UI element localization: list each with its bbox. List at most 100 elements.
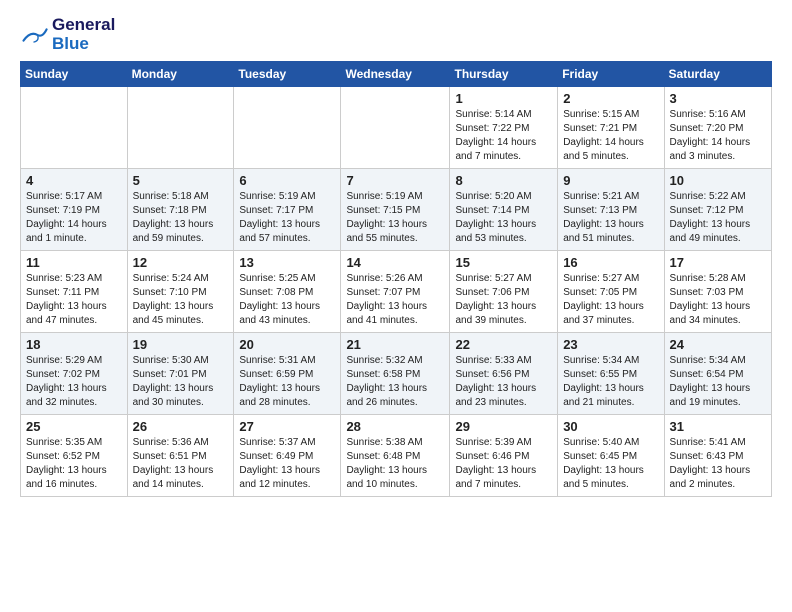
- day-info: Sunrise: 5:40 AM Sunset: 6:45 PM Dayligh…: [563, 436, 658, 492]
- day-info: Sunrise: 5:24 AM Sunset: 7:10 PM Dayligh…: [133, 272, 229, 328]
- weekday-header-friday: Friday: [558, 62, 664, 87]
- day-number: 17: [670, 255, 766, 270]
- day-info: Sunrise: 5:36 AM Sunset: 6:51 PM Dayligh…: [133, 436, 229, 492]
- day-info: Sunrise: 5:26 AM Sunset: 7:07 PM Dayligh…: [346, 272, 444, 328]
- calendar-cell: 25 Sunrise: 5:35 AM Sunset: 6:52 PM Dayli…: [21, 415, 128, 497]
- calendar-cell: 7 Sunrise: 5:19 AM Sunset: 7:15 PM Daylig…: [341, 169, 450, 251]
- day-number: 12: [133, 255, 229, 270]
- calendar-cell: 9 Sunrise: 5:21 AM Sunset: 7:13 PM Daylig…: [558, 169, 664, 251]
- day-info: Sunrise: 5:28 AM Sunset: 7:03 PM Dayligh…: [670, 272, 766, 328]
- day-info: Sunrise: 5:27 AM Sunset: 7:05 PM Dayligh…: [563, 272, 658, 328]
- calendar-cell: 8 Sunrise: 5:20 AM Sunset: 7:14 PM Daylig…: [450, 169, 558, 251]
- page: General Blue SundayMondayTuesdayWednesda…: [0, 0, 792, 513]
- day-info: Sunrise: 5:21 AM Sunset: 7:13 PM Dayligh…: [563, 190, 658, 246]
- calendar-table: SundayMondayTuesdayWednesdayThursdayFrid…: [20, 61, 772, 497]
- calendar-cell: 2Sunrise: 5:15 AM Sunset: 7:21 PM Daylig…: [558, 87, 664, 169]
- day-info: Sunrise: 5:32 AM Sunset: 6:58 PM Dayligh…: [346, 354, 444, 410]
- weekday-header-sunday: Sunday: [21, 62, 128, 87]
- day-info: Sunrise: 5:33 AM Sunset: 6:56 PM Dayligh…: [455, 354, 552, 410]
- day-info: Sunrise: 5:14 AM Sunset: 7:22 PM Dayligh…: [455, 108, 552, 164]
- day-info: Sunrise: 5:20 AM Sunset: 7:14 PM Dayligh…: [455, 190, 552, 246]
- calendar-cell: 27 Sunrise: 5:37 AM Sunset: 6:49 PM Dayli…: [234, 415, 341, 497]
- calendar-cell: 11 Sunrise: 5:23 AM Sunset: 7:11 PM Dayli…: [21, 251, 128, 333]
- day-number: 3: [670, 91, 766, 106]
- day-number: 24: [670, 337, 766, 352]
- weekday-header-saturday: Saturday: [664, 62, 771, 87]
- day-number: 29: [455, 419, 552, 434]
- calendar-cell: 29 Sunrise: 5:39 AM Sunset: 6:46 PM Dayli…: [450, 415, 558, 497]
- day-number: 8: [455, 173, 552, 188]
- day-number: 14: [346, 255, 444, 270]
- day-number: 7: [346, 173, 444, 188]
- calendar-cell: 15 Sunrise: 5:27 AM Sunset: 7:06 PM Dayli…: [450, 251, 558, 333]
- calendar-cell: 14 Sunrise: 5:26 AM Sunset: 7:07 PM Dayli…: [341, 251, 450, 333]
- day-number: 22: [455, 337, 552, 352]
- calendar-cell: 24Sunrise: 5:34 AM Sunset: 6:54 PM Dayli…: [664, 333, 771, 415]
- day-info: Sunrise: 5:39 AM Sunset: 6:46 PM Dayligh…: [455, 436, 552, 492]
- day-info: Sunrise: 5:30 AM Sunset: 7:01 PM Dayligh…: [133, 354, 229, 410]
- calendar-cell: 10 Sunrise: 5:22 AM Sunset: 7:12 PM Dayli…: [664, 169, 771, 251]
- day-info: Sunrise: 5:34 AM Sunset: 6:55 PM Dayligh…: [563, 354, 658, 410]
- week-row-2: 4Sunrise: 5:17 AM Sunset: 7:19 PM Daylig…: [21, 169, 772, 251]
- week-row-1: 1Sunrise: 5:14 AM Sunset: 7:22 PM Daylig…: [21, 87, 772, 169]
- calendar-cell: 20 Sunrise: 5:31 AM Sunset: 6:59 PM Dayli…: [234, 333, 341, 415]
- day-number: 20: [239, 337, 335, 352]
- calendar-cell: 21 Sunrise: 5:32 AM Sunset: 6:58 PM Dayli…: [341, 333, 450, 415]
- logo-icon: [20, 25, 48, 45]
- day-info: Sunrise: 5:29 AM Sunset: 7:02 PM Dayligh…: [26, 354, 122, 410]
- week-row-5: 25 Sunrise: 5:35 AM Sunset: 6:52 PM Dayli…: [21, 415, 772, 497]
- calendar-cell: 5Sunrise: 5:18 AM Sunset: 7:18 PM Daylig…: [127, 169, 234, 251]
- calendar-cell: 12 Sunrise: 5:24 AM Sunset: 7:10 PM Dayli…: [127, 251, 234, 333]
- logo: General Blue: [20, 16, 115, 53]
- day-info: Sunrise: 5:35 AM Sunset: 6:52 PM Dayligh…: [26, 436, 122, 492]
- calendar-cell: 3 Sunrise: 5:16 AM Sunset: 7:20 PM Daylig…: [664, 87, 771, 169]
- header: General Blue: [20, 16, 772, 53]
- calendar-cell: [234, 87, 341, 169]
- day-number: 16: [563, 255, 658, 270]
- calendar-cell: 19 Sunrise: 5:30 AM Sunset: 7:01 PM Dayli…: [127, 333, 234, 415]
- day-info: Sunrise: 5:41 AM Sunset: 6:43 PM Dayligh…: [670, 436, 766, 492]
- day-number: 31: [670, 419, 766, 434]
- day-number: 5: [133, 173, 229, 188]
- day-number: 23: [563, 337, 658, 352]
- day-number: 13: [239, 255, 335, 270]
- calendar-cell: 16 Sunrise: 5:27 AM Sunset: 7:05 PM Dayli…: [558, 251, 664, 333]
- weekday-header-thursday: Thursday: [450, 62, 558, 87]
- week-row-3: 11 Sunrise: 5:23 AM Sunset: 7:11 PM Dayli…: [21, 251, 772, 333]
- day-info: Sunrise: 5:23 AM Sunset: 7:11 PM Dayligh…: [26, 272, 122, 328]
- day-info: Sunrise: 5:37 AM Sunset: 6:49 PM Dayligh…: [239, 436, 335, 492]
- calendar-cell: 22 Sunrise: 5:33 AM Sunset: 6:56 PM Dayli…: [450, 333, 558, 415]
- day-info: Sunrise: 5:22 AM Sunset: 7:12 PM Dayligh…: [670, 190, 766, 246]
- day-info: Sunrise: 5:27 AM Sunset: 7:06 PM Dayligh…: [455, 272, 552, 328]
- day-info: Sunrise: 5:19 AM Sunset: 7:15 PM Dayligh…: [346, 190, 444, 246]
- calendar-cell: 26Sunrise: 5:36 AM Sunset: 6:51 PM Dayli…: [127, 415, 234, 497]
- day-number: 27: [239, 419, 335, 434]
- week-row-4: 18Sunrise: 5:29 AM Sunset: 7:02 PM Dayli…: [21, 333, 772, 415]
- day-number: 9: [563, 173, 658, 188]
- day-number: 11: [26, 255, 122, 270]
- day-number: 21: [346, 337, 444, 352]
- calendar-cell: 30 Sunrise: 5:40 AM Sunset: 6:45 PM Dayli…: [558, 415, 664, 497]
- day-number: 19: [133, 337, 229, 352]
- calendar-cell: 1Sunrise: 5:14 AM Sunset: 7:22 PM Daylig…: [450, 87, 558, 169]
- day-info: Sunrise: 5:38 AM Sunset: 6:48 PM Dayligh…: [346, 436, 444, 492]
- weekday-header-monday: Monday: [127, 62, 234, 87]
- day-info: Sunrise: 5:25 AM Sunset: 7:08 PM Dayligh…: [239, 272, 335, 328]
- day-number: 15: [455, 255, 552, 270]
- day-number: 10: [670, 173, 766, 188]
- day-number: 25: [26, 419, 122, 434]
- day-number: 2: [563, 91, 658, 106]
- day-info: Sunrise: 5:16 AM Sunset: 7:20 PM Dayligh…: [670, 108, 766, 164]
- day-number: 28: [346, 419, 444, 434]
- calendar-cell: 28 Sunrise: 5:38 AM Sunset: 6:48 PM Dayli…: [341, 415, 450, 497]
- calendar-cell: [21, 87, 128, 169]
- logo-text: General Blue: [52, 16, 115, 53]
- calendar-cell: [127, 87, 234, 169]
- day-number: 6: [239, 173, 335, 188]
- calendar-cell: [341, 87, 450, 169]
- calendar-cell: 17 Sunrise: 5:28 AM Sunset: 7:03 PM Dayli…: [664, 251, 771, 333]
- day-number: 30: [563, 419, 658, 434]
- calendar-cell: 31 Sunrise: 5:41 AM Sunset: 6:43 PM Dayli…: [664, 415, 771, 497]
- calendar-cell: 4Sunrise: 5:17 AM Sunset: 7:19 PM Daylig…: [21, 169, 128, 251]
- day-info: Sunrise: 5:31 AM Sunset: 6:59 PM Dayligh…: [239, 354, 335, 410]
